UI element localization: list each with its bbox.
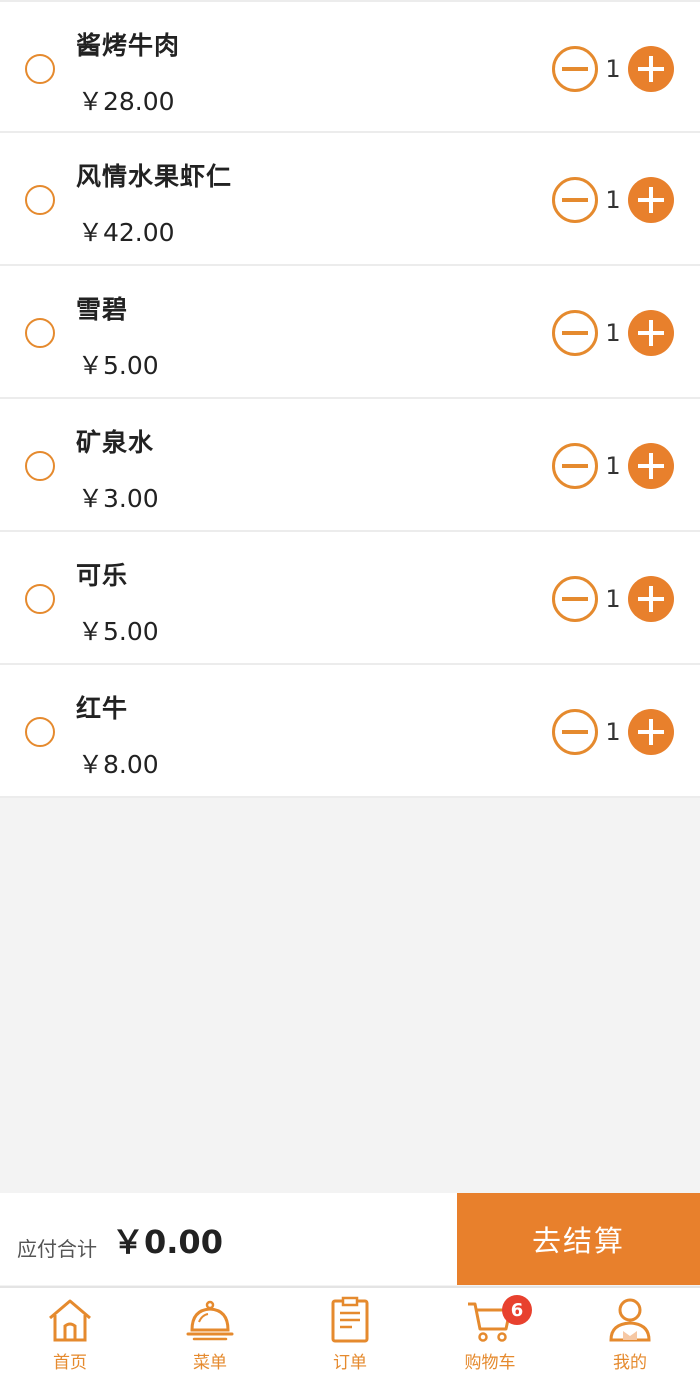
tab-label: 订单 bbox=[333, 1353, 367, 1373]
quantity-stepper: 1 bbox=[552, 177, 674, 223]
cart-item: 酱烤牛肉 ￥28.00 1 bbox=[0, 0, 700, 133]
item-name: 酱烤牛肉 bbox=[76, 31, 181, 60]
quantity-stepper: 1 bbox=[552, 709, 674, 755]
item-name: 红牛 bbox=[76, 694, 129, 723]
select-radio[interactable] bbox=[25, 451, 55, 481]
decrease-button[interactable] bbox=[552, 177, 598, 223]
cart-item: 雪碧 ￥5.00 1 bbox=[0, 266, 700, 399]
plus-icon bbox=[638, 586, 664, 612]
tab-cart[interactable]: 6 购物车 bbox=[420, 1288, 560, 1378]
item-name: 矿泉水 bbox=[76, 428, 155, 457]
minus-icon bbox=[562, 331, 588, 335]
decrease-button[interactable] bbox=[552, 310, 598, 356]
quantity-value: 1 bbox=[605, 585, 621, 613]
bottom-tab-bar: 首页 菜单 订单 6 购物车 我的 bbox=[0, 1286, 700, 1378]
plus-icon bbox=[638, 320, 664, 346]
checkout-button[interactable]: 去结算 bbox=[457, 1193, 700, 1285]
minus-icon bbox=[562, 198, 588, 202]
increase-button[interactable] bbox=[628, 310, 674, 356]
select-radio[interactable] bbox=[25, 318, 55, 348]
item-price: ￥28.00 bbox=[78, 87, 175, 116]
item-price: ￥8.00 bbox=[78, 750, 159, 779]
cart-list: 酱烤牛肉 ￥28.00 1 风情水果虾仁 ￥42.00 1 雪碧 ￥5.00 1… bbox=[0, 0, 700, 798]
tab-home[interactable]: 首页 bbox=[0, 1288, 140, 1378]
minus-icon bbox=[562, 464, 588, 468]
food-cloche-icon bbox=[186, 1300, 234, 1341]
quantity-value: 1 bbox=[605, 718, 621, 746]
select-radio[interactable] bbox=[25, 54, 55, 84]
plus-icon bbox=[638, 56, 664, 82]
cart-item: 风情水果虾仁 ￥42.00 1 bbox=[0, 133, 700, 266]
cart-count-badge: 6 bbox=[502, 1295, 532, 1325]
minus-icon bbox=[562, 730, 588, 734]
cart-item: 红牛 ￥8.00 1 bbox=[0, 665, 700, 798]
quantity-stepper: 1 bbox=[552, 46, 674, 92]
item-price: ￥3.00 bbox=[78, 484, 159, 513]
user-icon bbox=[609, 1298, 651, 1342]
decrease-button[interactable] bbox=[552, 443, 598, 489]
select-radio[interactable] bbox=[25, 717, 55, 747]
decrease-button[interactable] bbox=[552, 709, 598, 755]
increase-button[interactable] bbox=[628, 443, 674, 489]
item-price: ￥5.00 bbox=[78, 617, 159, 646]
quantity-value: 1 bbox=[605, 186, 621, 214]
quantity-stepper: 1 bbox=[552, 576, 674, 622]
item-price: ￥42.00 bbox=[78, 218, 175, 247]
minus-icon bbox=[562, 597, 588, 601]
decrease-button[interactable] bbox=[552, 576, 598, 622]
increase-button[interactable] bbox=[628, 709, 674, 755]
select-radio[interactable] bbox=[25, 584, 55, 614]
item-price: ￥5.00 bbox=[78, 351, 159, 380]
cart-item: 矿泉水 ￥3.00 1 bbox=[0, 399, 700, 532]
tab-label: 菜单 bbox=[193, 1353, 227, 1373]
quantity-stepper: 1 bbox=[552, 443, 674, 489]
increase-button[interactable] bbox=[628, 177, 674, 223]
plus-icon bbox=[638, 719, 664, 745]
decrease-button[interactable] bbox=[552, 46, 598, 92]
increase-button[interactable] bbox=[628, 46, 674, 92]
quantity-value: 1 bbox=[605, 452, 621, 480]
plus-icon bbox=[638, 453, 664, 479]
checkout-bar: 应付合计 ￥0.00 去结算 bbox=[0, 1193, 700, 1285]
total-label: 应付合计 bbox=[17, 1237, 97, 1261]
tab-menu[interactable]: 菜单 bbox=[140, 1288, 280, 1378]
tab-label: 购物车 bbox=[464, 1353, 516, 1373]
empty-area bbox=[0, 800, 700, 1193]
increase-button[interactable] bbox=[628, 576, 674, 622]
quantity-value: 1 bbox=[605, 319, 621, 347]
item-name: 雪碧 bbox=[76, 295, 129, 324]
minus-icon bbox=[562, 67, 588, 71]
select-radio[interactable] bbox=[25, 185, 55, 215]
tab-label: 我的 bbox=[613, 1353, 647, 1373]
tab-orders[interactable]: 订单 bbox=[280, 1288, 420, 1378]
cart-item: 可乐 ￥5.00 1 bbox=[0, 532, 700, 665]
tab-profile[interactable]: 我的 bbox=[560, 1288, 700, 1378]
plus-icon bbox=[638, 187, 664, 213]
quantity-stepper: 1 bbox=[552, 310, 674, 356]
item-name: 风情水果虾仁 bbox=[76, 162, 233, 191]
total-amount: ￥0.00 bbox=[112, 1223, 223, 1261]
tab-label: 首页 bbox=[53, 1353, 87, 1373]
item-name: 可乐 bbox=[76, 561, 129, 590]
quantity-value: 1 bbox=[605, 55, 621, 83]
clipboard-icon bbox=[331, 1296, 369, 1343]
home-icon bbox=[49, 1299, 91, 1342]
